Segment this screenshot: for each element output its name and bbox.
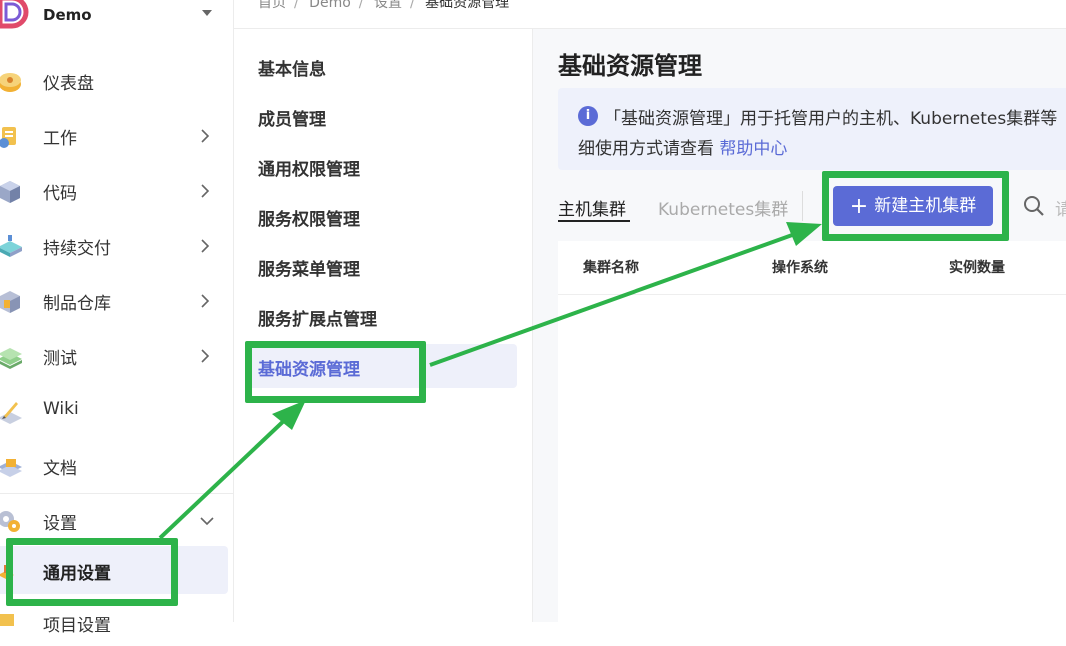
breadcrumb-project[interactable]: Demo bbox=[309, 0, 351, 11]
settings-menu-service-permissions[interactable]: 服务权限管理 bbox=[246, 194, 517, 238]
nav-item-delivery[interactable]: 持续交付 bbox=[0, 222, 233, 268]
project-name: Demo bbox=[43, 6, 92, 24]
nav-item-settings[interactable]: 设置 bbox=[0, 497, 233, 543]
sidebar-divider bbox=[0, 493, 233, 494]
nav-item-dashboard[interactable]: 仪表盘 bbox=[0, 57, 233, 103]
info-text-prefix: 细使用方式请查看 bbox=[578, 139, 720, 159]
info-text-line2: 细使用方式请查看 帮助中心 bbox=[578, 134, 787, 159]
menu-label: 服务扩展点管理 bbox=[258, 310, 377, 330]
settings-menu-members[interactable]: 成员管理 bbox=[246, 94, 517, 138]
nav-item-work[interactable]: 工作 bbox=[0, 112, 233, 158]
breadcrumb-settings[interactable]: 设置 bbox=[374, 0, 402, 11]
nav-label: 文档 bbox=[43, 459, 77, 479]
docs-icon bbox=[0, 459, 22, 477]
menu-label: 服务菜单管理 bbox=[258, 260, 360, 280]
menu-label: 通用权限管理 bbox=[258, 160, 360, 180]
nav-label: 持续交付 bbox=[43, 239, 111, 259]
nav-item-test[interactable]: 测试 bbox=[0, 332, 233, 378]
nav-label: 代码 bbox=[43, 184, 77, 204]
breadcrumb: 首页 / Demo / 设置 / 基础资源管理 bbox=[258, 0, 515, 12]
help-center-link[interactable]: 帮助中心 bbox=[719, 139, 787, 159]
chevron-down-icon bbox=[200, 517, 214, 526]
table-header: 集群名称 操作系统 实例数量 bbox=[558, 241, 1066, 295]
highlight-new-cluster-button bbox=[822, 171, 1009, 241]
nav-label: 测试 bbox=[43, 349, 77, 369]
sidebar: Demo 仪表盘 工作 代码 持续交付 制品仓库 测试 Wiki 文档 设置 通… bbox=[0, 0, 234, 636]
work-icon bbox=[0, 127, 16, 148]
wiki-icon bbox=[0, 402, 22, 424]
nav-item-docs[interactable]: 文档 bbox=[0, 442, 233, 488]
project-settings-icon bbox=[0, 614, 14, 626]
breadcrumb-current: 基础资源管理 bbox=[425, 0, 510, 11]
nav-label: 仪表盘 bbox=[43, 74, 94, 94]
dashboard-icon bbox=[0, 73, 21, 92]
active-tab-indicator bbox=[558, 220, 630, 222]
chevron-right-icon bbox=[201, 349, 210, 363]
chevron-right-icon bbox=[201, 184, 210, 198]
settings-menu-service-menu[interactable]: 服务菜单管理 bbox=[246, 244, 517, 288]
tab-divider bbox=[802, 191, 803, 221]
delivery-icon bbox=[0, 235, 22, 257]
nav-label: 设置 bbox=[43, 514, 77, 534]
settings-icon bbox=[0, 511, 20, 532]
chevron-right-icon bbox=[201, 129, 210, 143]
breadcrumb-home[interactable]: 首页 bbox=[258, 0, 286, 11]
project-logo-icon bbox=[0, 0, 29, 29]
menu-label: 成员管理 bbox=[258, 110, 326, 130]
info-icon: i bbox=[578, 106, 598, 126]
nav-label: 制品仓库 bbox=[43, 294, 111, 314]
nav-item-code[interactable]: 代码 bbox=[0, 167, 233, 213]
highlight-base-resources bbox=[245, 341, 426, 403]
tab-host-cluster[interactable]: 主机集群 bbox=[558, 195, 626, 220]
menu-label: 服务权限管理 bbox=[258, 210, 360, 230]
search-icon[interactable] bbox=[1023, 195, 1045, 217]
settings-menu: 基本信息 成员管理 通用权限管理 服务权限管理 服务菜单管理 服务扩展点管理 基… bbox=[234, 29, 533, 622]
settings-menu-basic-info[interactable]: 基本信息 bbox=[246, 44, 517, 88]
code-icon bbox=[0, 181, 20, 203]
highlight-general-settings bbox=[6, 538, 178, 606]
nav-label: 项目设置 bbox=[43, 616, 111, 636]
main-content: 基础资源管理 i 「基础资源管理」用于托管用户的主机、Kubernetes集群等… bbox=[533, 29, 1066, 622]
tab-kubernetes-cluster[interactable]: Kubernetes集群 bbox=[658, 195, 788, 220]
nav-item-artifact[interactable]: 制品仓库 bbox=[0, 277, 233, 323]
menu-label: 基本信息 bbox=[258, 60, 326, 80]
settings-menu-service-extensions[interactable]: 服务扩展点管理 bbox=[246, 294, 517, 338]
caret-down-icon[interactable] bbox=[202, 10, 212, 16]
info-banner: i 「基础资源管理」用于托管用户的主机、Kubernetes集群等 细使用方式请… bbox=[558, 88, 1066, 170]
project-switcher[interactable]: Demo bbox=[0, 0, 233, 34]
column-cluster-name: 集群名称 bbox=[583, 260, 639, 276]
page-title: 基础资源管理 bbox=[558, 52, 702, 80]
cluster-table: 集群名称 操作系统 实例数量 bbox=[558, 241, 1066, 622]
nav-label: Wiki bbox=[43, 399, 79, 419]
test-icon bbox=[0, 348, 22, 369]
chevron-right-icon bbox=[201, 239, 210, 253]
nav-item-wiki[interactable]: Wiki bbox=[0, 387, 233, 433]
column-instance-count: 实例数量 bbox=[949, 260, 1005, 276]
column-os: 操作系统 bbox=[772, 260, 828, 276]
settings-menu-general-permissions[interactable]: 通用权限管理 bbox=[246, 144, 517, 188]
chevron-right-icon bbox=[201, 294, 210, 308]
info-text: 「基础资源管理」用于托管用户的主机、Kubernetes集群等 bbox=[604, 109, 1058, 129]
search-input[interactable]: 请 bbox=[1055, 195, 1066, 220]
artifact-icon bbox=[0, 291, 20, 313]
nav-label: 工作 bbox=[43, 129, 77, 149]
